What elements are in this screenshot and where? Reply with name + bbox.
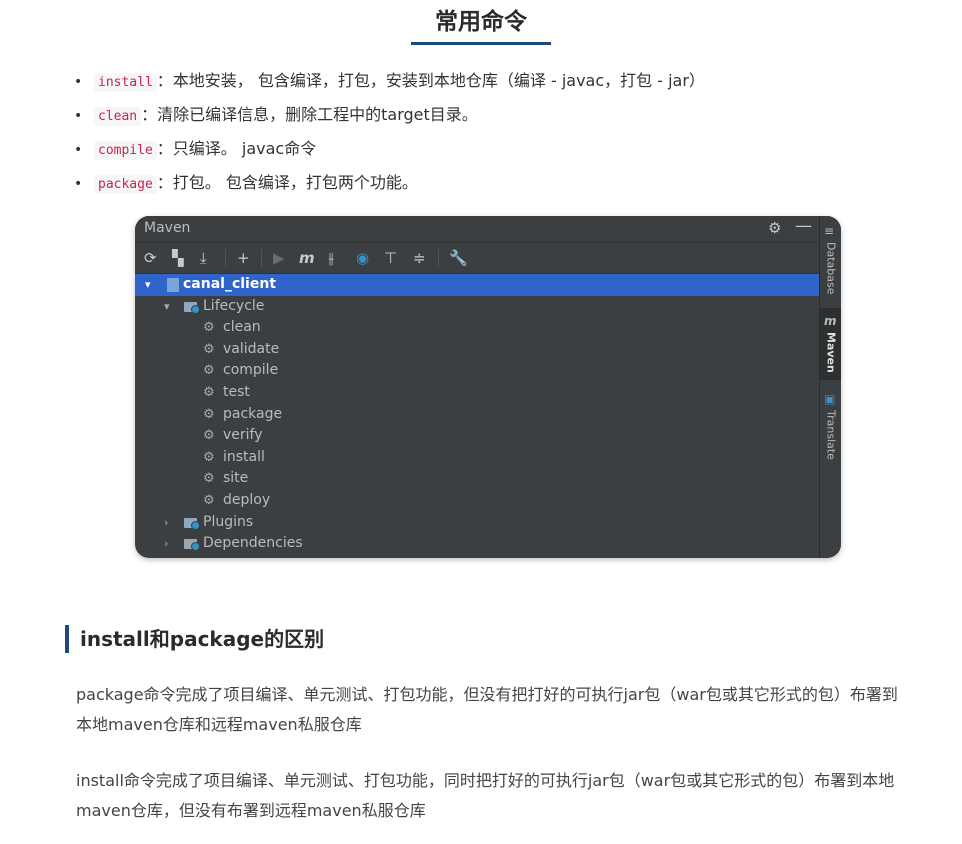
side-tab-database[interactable]: ≡ Database (820, 216, 841, 302)
command-desc: ：打包。 包含编译，打包两个功能。 (156, 173, 418, 192)
list-item: • clean ：清除已编译信息，删除工程中的target目录。 (70, 100, 705, 134)
run-icon[interactable]: ▶ (273, 248, 285, 268)
tree-item-goal[interactable]: ⚙ compile (135, 360, 819, 382)
add-folder-icon[interactable]: ▚ (172, 248, 184, 268)
minimize-icon[interactable]: — (795, 216, 812, 236)
maven-tool-window-screenshot: Maven ⚙ — ⟳ ▚ ⤓ + ▶ m ⫳ ◉ ⊤ ≑ 🔧 ▾ canal_… (135, 216, 841, 558)
goal-label: clean (223, 319, 261, 336)
goal-label: validate (223, 340, 280, 357)
toolbar-divider (261, 249, 262, 267)
gear-icon: ⚙ (203, 471, 215, 487)
tree-item-goal[interactable]: ⚙ verify (135, 425, 819, 447)
bullet: • (74, 74, 83, 90)
chevron-down-icon[interactable]: ▾ (164, 296, 170, 318)
command-desc: ：清除已编译信息，删除工程中的target目录。 (141, 105, 478, 124)
reload-icon[interactable]: ⟳ (144, 248, 157, 268)
goal-label: compile (223, 362, 279, 379)
folder-icon (184, 512, 200, 536)
list-item: • compile ：只编译。 javac命令 (70, 134, 705, 168)
plugins-label: Plugins (203, 513, 254, 530)
gear-icon: ⚙ (203, 384, 215, 400)
project-name: canal_client (183, 276, 277, 292)
show-dependencies-icon[interactable]: ⊤ (384, 248, 397, 268)
dependencies-label: Dependencies (203, 535, 303, 552)
side-tab-maven[interactable]: m Maven (820, 308, 841, 380)
tree-item-project[interactable]: ▾ canal_client (135, 274, 819, 296)
database-icon: ≡ (824, 224, 835, 238)
tree-item-goal[interactable]: ⚙ clean (135, 317, 819, 339)
bullet: • (74, 108, 83, 124)
bullet: • (74, 176, 83, 192)
side-tab-label: Database (824, 242, 838, 295)
side-tab-label: Maven (824, 332, 838, 373)
gear-icon[interactable]: ⚙ (768, 219, 781, 237)
gear-icon: ⚙ (203, 406, 215, 422)
side-tab-label: Translate (824, 410, 838, 460)
toggle-offline-icon[interactable]: ⫳ (328, 248, 334, 268)
maven-m-icon[interactable]: m (299, 248, 315, 268)
list-item: • package ：打包。 包含编译，打包两个功能。 (70, 168, 705, 202)
gear-icon: ⚙ (203, 363, 215, 379)
maven-project-tree: ▾ canal_client ▾ Lifecycle ⚙ clean ⚙ valid… (135, 274, 819, 555)
section-heading: 常用命令 (0, 0, 962, 45)
goal-label: deploy (223, 491, 271, 508)
maven-toolbar: ⟳ ▚ ⤓ + ▶ m ⫳ ◉ ⊤ ≑ 🔧 (135, 243, 819, 274)
goal-label: install (223, 448, 265, 465)
bullet: • (74, 142, 83, 158)
command-list: • install ：本地安装， 包含编译，打包，安装到本地仓库（编译 - java… (70, 66, 705, 202)
folder-icon (184, 296, 200, 320)
skip-tests-icon[interactable]: ◉ (356, 248, 369, 268)
maven-title: Maven (144, 220, 191, 236)
tree-item-goal[interactable]: ⚙ site (135, 468, 819, 490)
folder-icon (184, 533, 200, 557)
maven-title-bar: Maven ⚙ — (135, 216, 819, 243)
chevron-right-icon[interactable]: › (164, 533, 168, 555)
chevron-right-icon[interactable]: › (164, 512, 168, 534)
gear-icon: ⚙ (203, 428, 215, 444)
chevron-down-icon[interactable]: ▾ (145, 274, 151, 296)
goal-label: verify (223, 427, 263, 444)
translate-icon: ▣ (824, 392, 836, 406)
toolbar-divider (438, 249, 439, 267)
right-tool-strip: ≡ Database m Maven ▣ Translate (819, 216, 841, 558)
gear-icon: ⚙ (203, 320, 215, 336)
tree-item-dependencies[interactable]: › Dependencies (135, 533, 819, 555)
plus-icon[interactable]: + (237, 248, 250, 268)
paragraph: install命令完成了项目编译、单元测试、打包功能，同时把打好的可执行jar包… (76, 771, 895, 820)
collapse-all-icon[interactable]: ≑ (413, 248, 426, 268)
goal-label: test (223, 383, 250, 400)
side-tab-translate[interactable]: ▣ Translate (820, 388, 841, 468)
list-item: • install ：本地安装， 包含编译，打包，安装到本地仓库（编译 - java… (70, 66, 705, 100)
toolbar-divider (225, 249, 226, 267)
tree-item-goal[interactable]: ⚙ install (135, 447, 819, 469)
tree-item-goal[interactable]: ⚙ test (135, 382, 819, 404)
inline-code: compile (94, 141, 157, 160)
tree-item-plugins[interactable]: › Plugins (135, 512, 819, 534)
gear-icon: ⚙ (203, 341, 215, 357)
goal-label: package (223, 405, 283, 422)
inline-code: package (94, 175, 157, 194)
section-heading-text: 常用命令 (411, 0, 551, 45)
tree-item-goal[interactable]: ⚙ package (135, 404, 819, 426)
gear-icon: ⚙ (203, 492, 215, 508)
tree-item-goal[interactable]: ⚙ deploy (135, 490, 819, 512)
lifecycle-label: Lifecycle (203, 297, 265, 314)
gear-icon: ⚙ (203, 449, 215, 465)
paragraph: package命令完成了项目编译、单元测试、打包功能，但没有把打好的可执行jar… (76, 685, 898, 734)
inline-code: clean (94, 107, 142, 126)
goal-label: site (223, 470, 249, 487)
command-desc: ：本地安装， 包含编译，打包，安装到本地仓库（编译 - javac，打包 - j… (156, 71, 705, 90)
download-icon[interactable]: ⤓ (200, 248, 207, 268)
tree-item-goal[interactable]: ⚙ validate (135, 339, 819, 361)
subsection-heading: install和package的区别 (65, 625, 324, 653)
settings-wrench-icon[interactable]: 🔧 (449, 248, 468, 268)
inline-code: install (94, 73, 157, 92)
maven-m-icon: m (824, 314, 837, 328)
tree-item-lifecycle[interactable]: ▾ Lifecycle (135, 296, 819, 318)
command-desc: ：只编译。 javac命令 (156, 139, 317, 158)
